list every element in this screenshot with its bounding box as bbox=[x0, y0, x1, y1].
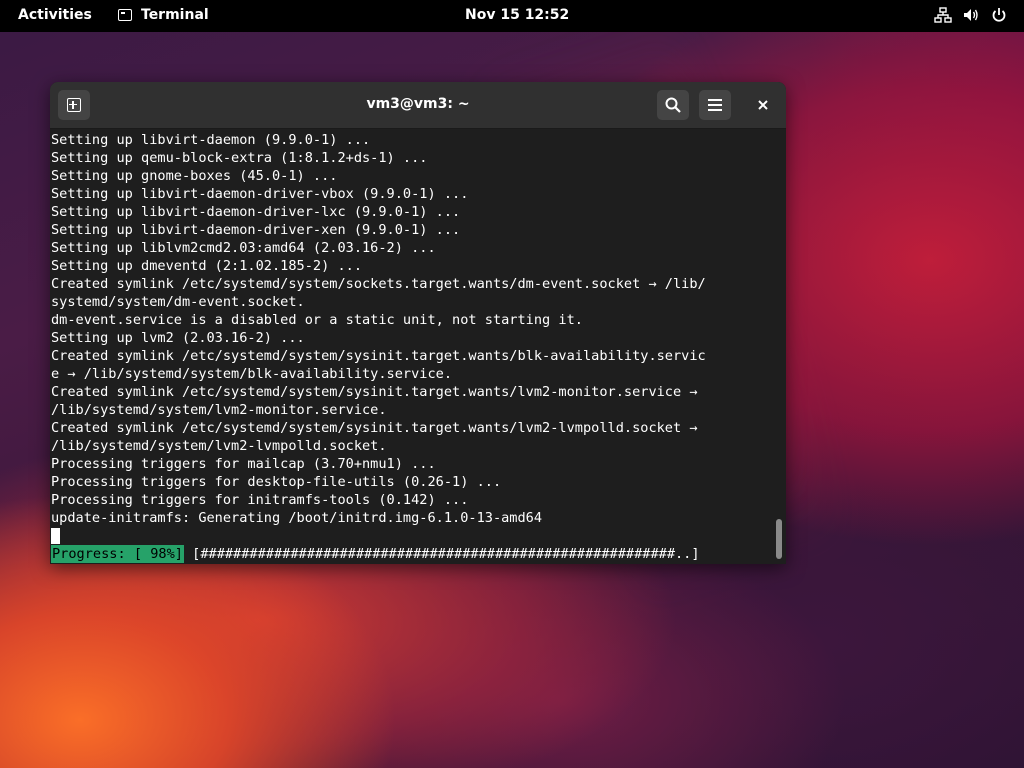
terminal-line: Created symlink /etc/systemd/system/sysi… bbox=[51, 348, 706, 364]
terminal-line: e → /lib/systemd/system/blk-availability… bbox=[51, 366, 453, 382]
search-button[interactable] bbox=[657, 90, 689, 120]
top-bar: Activities Terminal Nov 15 12:52 bbox=[0, 0, 1024, 32]
network-icon[interactable] bbox=[934, 6, 952, 24]
terminal-icon bbox=[118, 9, 132, 21]
terminal-line: Setting up gnome-boxes (45.0-1) ... bbox=[51, 168, 338, 184]
terminal-line: Created symlink /etc/systemd/system/sysi… bbox=[51, 420, 698, 436]
terminal-line: Created symlink /etc/systemd/system/sock… bbox=[51, 276, 706, 292]
terminal-line: /lib/systemd/system/lvm2-monitor.service… bbox=[51, 402, 387, 418]
terminal-line: Processing triggers for mailcap (3.70+nm… bbox=[51, 456, 436, 472]
terminal-line: Setting up dmeventd (2:1.02.185-2) ... bbox=[51, 258, 362, 274]
terminal-line: dm-event.service is a disabled or a stat… bbox=[51, 312, 583, 328]
activities-button[interactable]: Activities bbox=[18, 7, 92, 23]
terminal-line: Created symlink /etc/systemd/system/sysi… bbox=[51, 384, 698, 400]
terminal-line: update-initramfs: Generating /boot/initr… bbox=[51, 510, 543, 526]
terminal-line: Processing triggers for initramfs-tools … bbox=[51, 492, 469, 508]
terminal-line: Setting up qemu-block-extra (1:8.1.2+ds-… bbox=[51, 150, 428, 166]
hamburger-icon bbox=[708, 99, 722, 111]
volume-icon[interactable] bbox=[962, 6, 980, 24]
scrollbar-thumb[interactable] bbox=[776, 519, 782, 559]
header-bar[interactable]: vm3@vm3: ~ bbox=[50, 82, 786, 129]
menu-button[interactable] bbox=[699, 90, 731, 120]
terminal-output[interactable]: Setting up libvirt-daemon (9.9.0-1) ... S… bbox=[50, 129, 772, 564]
terminal-line: Setting up libvirt-daemon-driver-vbox (9… bbox=[51, 186, 469, 202]
app-menu[interactable]: Terminal bbox=[118, 7, 209, 23]
progress-label: Progress: [ 98%] bbox=[51, 545, 184, 563]
progress-line: Progress: [ 98%] [######################… bbox=[51, 545, 771, 563]
terminal-window[interactable]: vm3@vm3: ~ Setting up libvirt-daemon (9.… bbox=[50, 82, 786, 564]
app-menu-label: Terminal bbox=[141, 7, 209, 23]
system-tray[interactable] bbox=[934, 6, 1008, 24]
terminal-line: Processing triggers for desktop-file-uti… bbox=[51, 474, 502, 490]
close-icon bbox=[758, 100, 768, 110]
clock[interactable]: Nov 15 12:52 bbox=[465, 7, 569, 23]
terminal-line: /lib/systemd/system/lvm2-lvmpolld.socket… bbox=[51, 438, 387, 454]
terminal-scrollbar[interactable] bbox=[772, 129, 786, 564]
power-icon[interactable] bbox=[990, 6, 1008, 24]
terminal-line: systemd/system/dm-event.socket. bbox=[51, 294, 305, 310]
terminal-line: Setting up lvm2 (2.03.16-2) ... bbox=[51, 330, 305, 346]
terminal-lines: Setting up libvirt-daemon (9.9.0-1) ... S… bbox=[51, 131, 771, 563]
text-cursor bbox=[51, 528, 60, 544]
terminal-line: Setting up libvirt-daemon-driver-lxc (9.… bbox=[51, 204, 461, 220]
search-icon bbox=[665, 97, 681, 113]
cursor-line bbox=[51, 527, 771, 545]
terminal-line: Setting up libvirt-daemon-driver-xen (9.… bbox=[51, 222, 461, 238]
terminal-line: Setting up libvirt-daemon (9.9.0-1) ... bbox=[51, 132, 371, 148]
close-button[interactable] bbox=[747, 90, 779, 120]
progress-bar: [#######################################… bbox=[183, 546, 700, 562]
terminal-line: Setting up liblvm2cmd2.03:amd64 (2.03.16… bbox=[51, 240, 436, 256]
